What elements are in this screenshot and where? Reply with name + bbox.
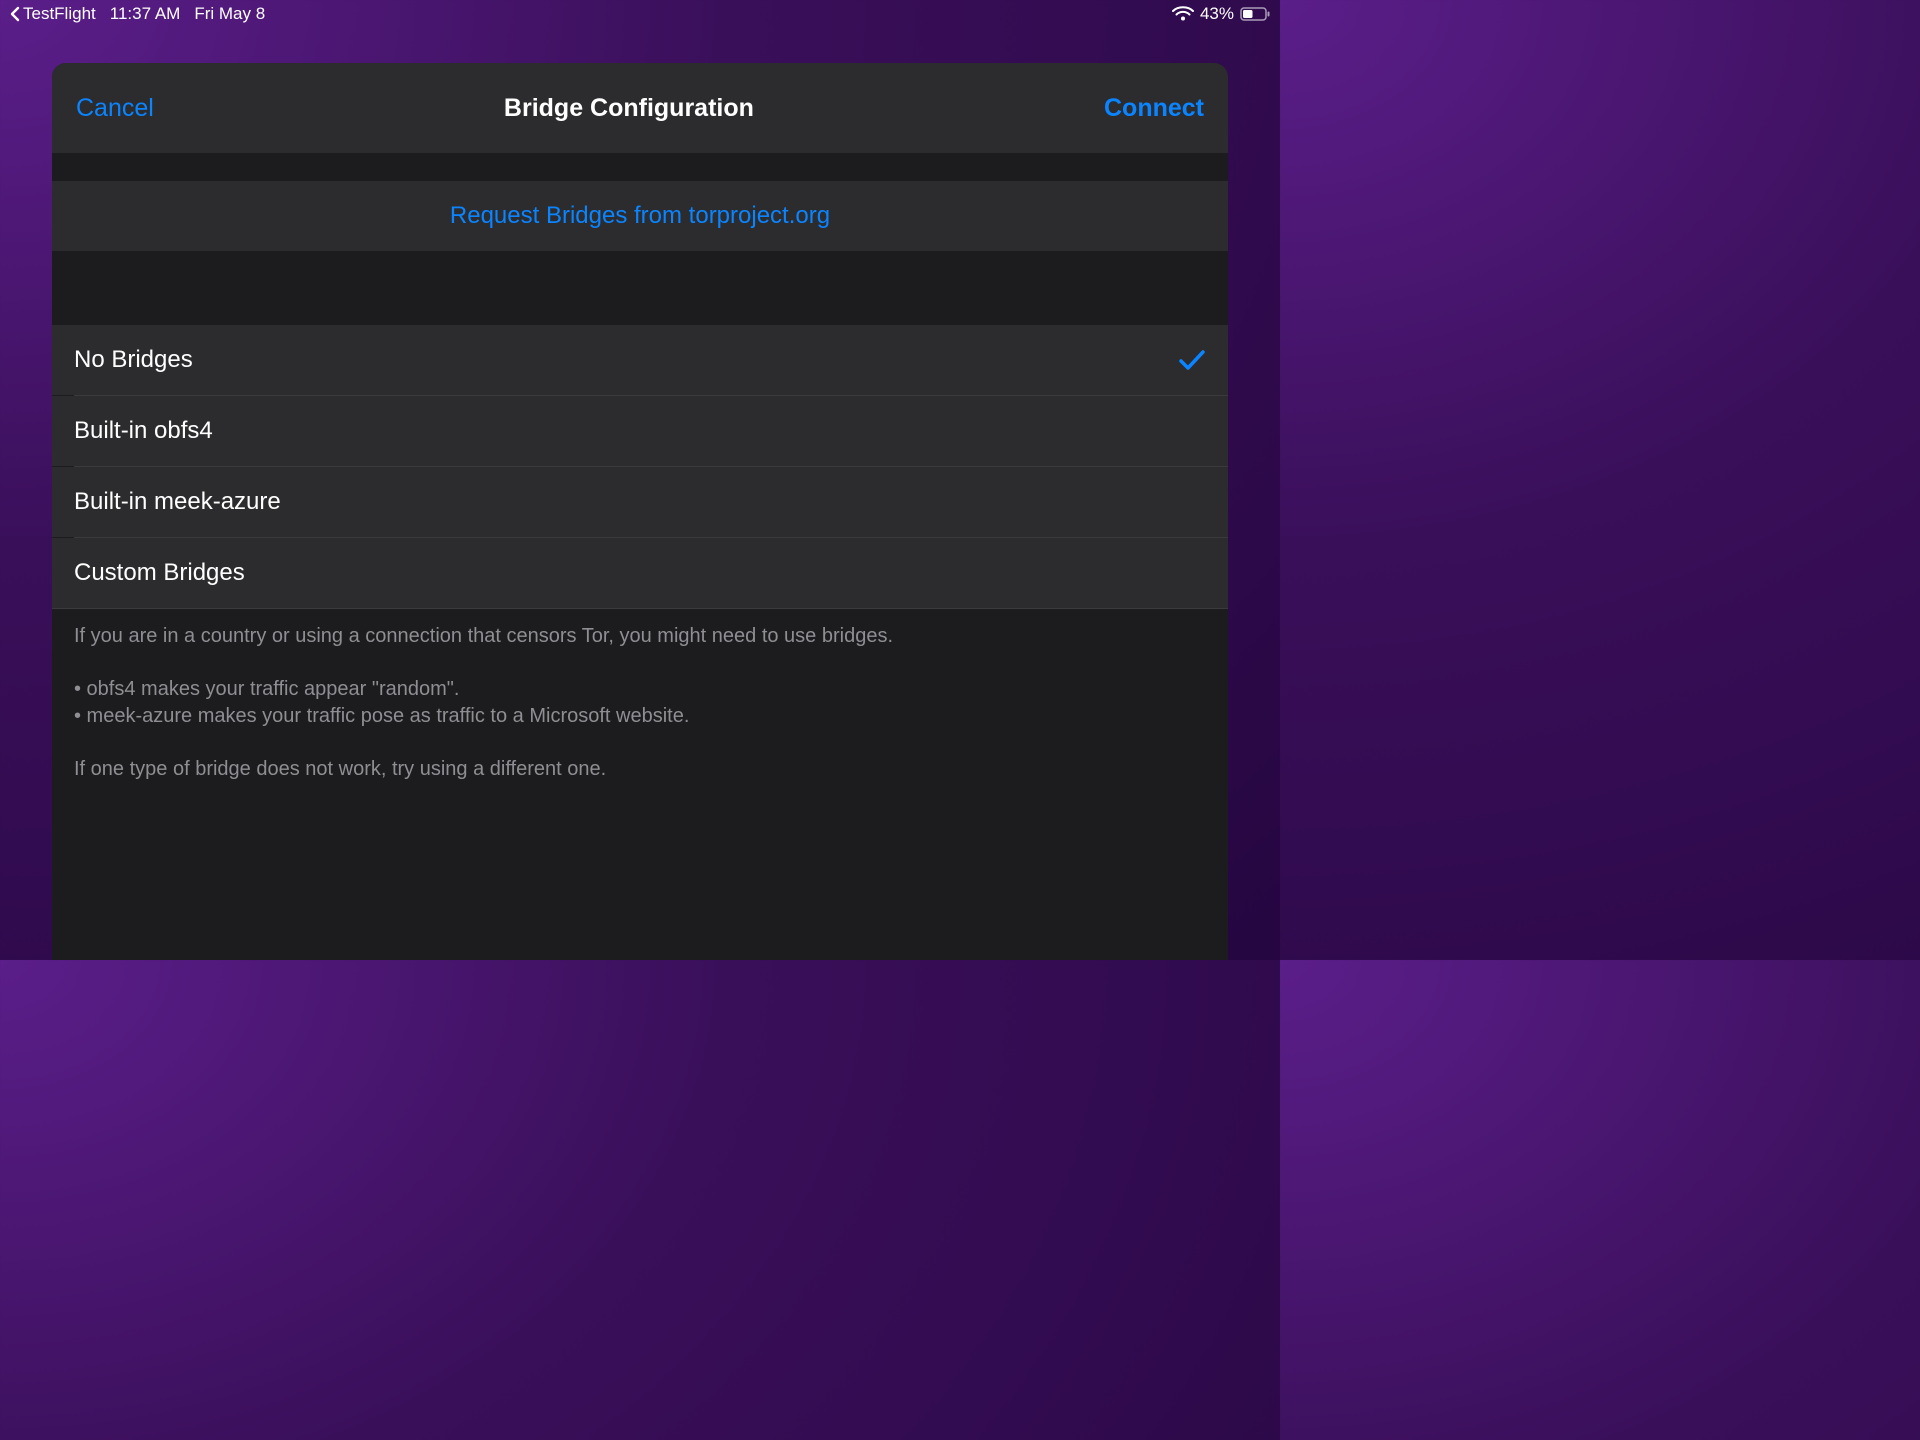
status-right: 43% bbox=[1172, 4, 1270, 24]
option-label: Built-in meek-azure bbox=[74, 488, 281, 516]
modal-sheet: Cancel Bridge Configuration Connect Requ… bbox=[52, 63, 1228, 960]
nav-title: Bridge Configuration bbox=[504, 94, 754, 123]
wifi-icon bbox=[1172, 6, 1194, 22]
status-bar: TestFlight 11:37 AM Fri May 8 43% bbox=[0, 0, 1280, 28]
status-left: TestFlight 11:37 AM Fri May 8 bbox=[10, 4, 265, 24]
status-time: 11:37 AM bbox=[110, 4, 181, 24]
footer-paragraph: If one type of bridge does not work, try… bbox=[74, 756, 1206, 783]
option-label: Built-in obfs4 bbox=[74, 417, 213, 445]
section-gap bbox=[52, 251, 1228, 325]
footer-bullets: • obfs4 makes your traffic appear "rando… bbox=[74, 676, 1206, 730]
option-no-bridges[interactable]: No Bridges bbox=[52, 325, 1228, 395]
request-bridges-link[interactable]: Request Bridges from torproject.org bbox=[52, 181, 1228, 251]
footer-description: If you are in a country or using a conne… bbox=[52, 609, 1228, 783]
status-back-app-label: TestFlight bbox=[23, 4, 96, 24]
battery-icon bbox=[1240, 7, 1270, 21]
status-date: Fri May 8 bbox=[194, 4, 265, 24]
option-label: Custom Bridges bbox=[74, 559, 245, 587]
status-battery-percent: 43% bbox=[1200, 4, 1234, 24]
back-chevron-icon bbox=[10, 6, 21, 22]
option-obfs4[interactable]: Built-in obfs4 bbox=[52, 396, 1228, 466]
footer-bullet-meek: • meek-azure makes your traffic pose as … bbox=[74, 705, 689, 727]
option-label: No Bridges bbox=[74, 346, 193, 374]
option-meek-azure[interactable]: Built-in meek-azure bbox=[52, 467, 1228, 537]
footer-bullet-obfs4: • obfs4 makes your traffic appear "rando… bbox=[74, 678, 459, 700]
checkmark-icon bbox=[1178, 349, 1206, 371]
footer-paragraph: If you are in a country or using a conne… bbox=[74, 623, 1206, 650]
request-bridges-label: Request Bridges from torproject.org bbox=[450, 202, 830, 230]
connect-button[interactable]: Connect bbox=[1104, 94, 1204, 123]
nav-bar: Cancel Bridge Configuration Connect bbox=[52, 63, 1228, 153]
cancel-button[interactable]: Cancel bbox=[76, 94, 154, 123]
status-back-to-app[interactable]: TestFlight bbox=[10, 4, 96, 24]
option-custom-bridges[interactable]: Custom Bridges bbox=[52, 538, 1228, 608]
section-gap bbox=[52, 153, 1228, 181]
